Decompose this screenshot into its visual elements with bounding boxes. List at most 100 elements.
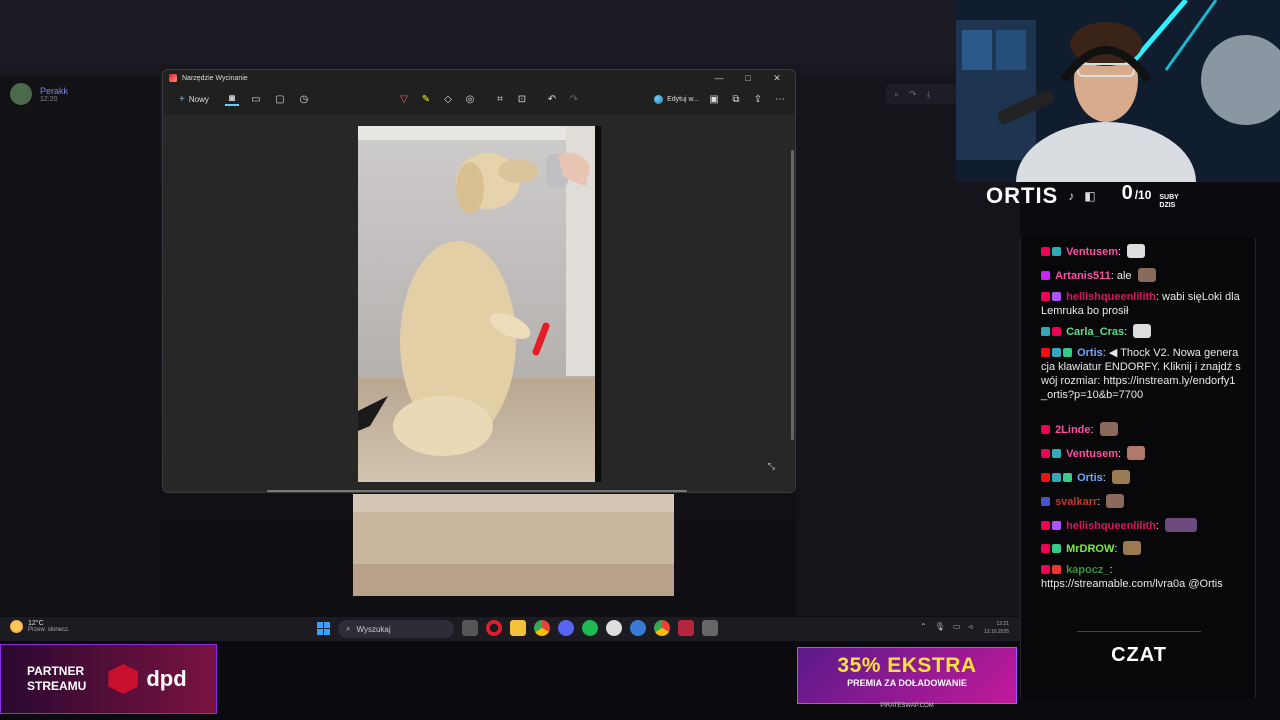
edit-in-paint-button[interactable]: Edytuj w... <box>654 94 699 104</box>
chat-message: 2Linde: <box>1041 422 1241 437</box>
chat-message: Ventusem: <box>1041 244 1241 259</box>
badge-icon <box>1041 247 1050 256</box>
new-snip-button[interactable]: + Nowy <box>173 91 215 108</box>
snip-toolbar: + Nowy ◙ ▭ ▢ ◷ ▽ ✎ ◇ ◎ ⌗ ⊡ ↶ ↷ Edytuj w.… <box>163 86 795 112</box>
heart-badge-icon <box>1052 565 1061 574</box>
save-icon[interactable]: ▣ <box>707 92 721 106</box>
avatar <box>10 83 32 105</box>
search-placeholder: Wyszukaj <box>356 624 391 634</box>
task-view-icon[interactable] <box>462 620 478 636</box>
weather-description: Przew. słonecz. <box>28 627 70 633</box>
chat-message: Ventusem: <box>1041 446 1241 461</box>
chat-message: MrDROW: <box>1041 541 1241 556</box>
chat-message: Artanis511: ale <box>1041 268 1241 283</box>
pinned-app-icon[interactable] <box>678 620 694 636</box>
partner-line-2: STREAMU <box>27 679 87 693</box>
promo-subline: PREMIA ZA DOŁADOWANIE <box>847 678 967 688</box>
text-actions-icon[interactable]: ⊡ <box>515 92 529 106</box>
crop-icon[interactable]: ⌗ <box>493 92 507 106</box>
badge-icon <box>1041 449 1050 458</box>
eraser-icon[interactable]: ◇ <box>441 92 455 106</box>
undo-icon[interactable]: ↶ <box>545 92 559 106</box>
app-icon[interactable] <box>606 620 622 636</box>
broadcaster-badge-icon <box>1041 348 1050 357</box>
badge-icon <box>1041 521 1050 530</box>
chat-message: hellishqueenlilith: wabi sięLoki dla Lem… <box>1041 291 1240 317</box>
close-icon[interactable]: ✕ <box>765 73 789 84</box>
badge-icon <box>1052 247 1061 256</box>
redo-icon[interactable]: ↷ <box>567 92 581 106</box>
chat-username[interactable]: 2Linde <box>1055 424 1090 436</box>
chat-username[interactable]: hellishqueenlilith <box>1066 520 1156 532</box>
zoom-icon: ⌕ <box>894 88 900 99</box>
chat-username[interactable]: Ventusem <box>1066 246 1118 258</box>
taskbar-search[interactable]: ⌕ Wyszukaj <box>338 620 454 638</box>
chrome-icon[interactable] <box>534 620 550 636</box>
horizontal-scrollbar[interactable] <box>267 490 687 492</box>
badge-icon <box>1052 348 1061 357</box>
chat-username[interactable]: Artanis511 <box>1055 270 1111 282</box>
copy-icon[interactable]: ⧉ <box>729 92 743 106</box>
file-explorer-icon[interactable] <box>510 620 526 636</box>
forward-icon: ↷ <box>909 88 917 99</box>
taskbar-apps <box>462 620 718 636</box>
snip-canvas: ⤡ <box>163 114 795 492</box>
vertical-scrollbar[interactable] <box>791 150 794 440</box>
chevron-up-icon[interactable]: ⌃ <box>920 622 927 631</box>
screenshot-icon[interactable]: ◙ <box>224 92 239 106</box>
badge-icon <box>1052 521 1061 530</box>
heart-badge-icon <box>1041 425 1050 434</box>
chat-username[interactable]: Ortis <box>1077 472 1103 484</box>
minimize-icon[interactable]: — <box>707 73 731 83</box>
pen-icon[interactable]: ▽ <box>397 92 411 106</box>
share-icon[interactable]: ⇪ <box>751 92 765 106</box>
dpd-logo: dpd <box>146 666 187 691</box>
snipping-tool-taskbar-icon[interactable] <box>702 620 718 636</box>
windows-start-icon[interactable] <box>317 622 330 635</box>
chat-message: svalkarr: <box>1041 494 1241 509</box>
chat-username[interactable]: Carla_Cras <box>1066 326 1124 338</box>
timer-icon[interactable]: ◷ <box>297 92 311 106</box>
subs-count: 0 <box>1121 182 1133 204</box>
opera-icon[interactable] <box>486 620 502 636</box>
discord-icon[interactable] <box>558 620 574 636</box>
chat-username[interactable]: kapocz_ <box>1066 564 1109 576</box>
refresh-app-icon[interactable] <box>630 620 646 636</box>
chat-username[interactable]: Ortis <box>1077 347 1103 359</box>
badge-icon <box>1041 292 1050 301</box>
chat-message: kapocz_: https://streamable.com/lvra0a @… <box>1041 564 1223 590</box>
chrome-2-icon[interactable] <box>654 620 670 636</box>
taskbar-clock[interactable]: 12:21 13.10.2025 <box>984 620 1009 636</box>
maximize-icon[interactable]: □ <box>736 73 760 83</box>
volume-icon[interactable]: ◃ <box>968 622 972 631</box>
badge-icon <box>1041 327 1050 336</box>
chat-username[interactable]: hellishqueenlilith <box>1066 291 1156 303</box>
stream-screen: Perakk 12:20 ⌕ ↷ ⤓ Narzędzie Wycinanie —… <box>0 0 1280 720</box>
badge-icon <box>1041 544 1050 553</box>
search-icon: ⌕ <box>346 624 351 633</box>
video-icon[interactable]: ▭ <box>249 92 263 106</box>
badge-icon <box>1063 473 1072 482</box>
shapes-icon[interactable]: ◎ <box>463 92 477 106</box>
badge-icon <box>1041 565 1050 574</box>
network-icon[interactable]: ▭ <box>953 622 961 631</box>
spotify-icon[interactable] <box>582 620 598 636</box>
promo-headline: 35% EKSTRA <box>837 654 977 677</box>
subs-goal: /10 <box>1134 188 1152 202</box>
tiktok-icon: ♪ <box>1068 189 1075 203</box>
chat-title: CZAT <box>1111 644 1167 666</box>
highlighter-icon[interactable]: ✎ <box>419 92 433 106</box>
emote-icon <box>1127 244 1146 258</box>
emote-icon <box>1099 422 1118 436</box>
rect-mode-icon[interactable]: ▢ <box>273 92 287 106</box>
chat-username[interactable]: Ventusem <box>1066 448 1118 460</box>
chat-username[interactable]: MrDROW <box>1066 543 1114 555</box>
chat-text: https://streamable.com/lvra0a @Ortis <box>1041 578 1223 590</box>
zoom-fit-icon[interactable]: ⤡ <box>768 461 775 472</box>
weather-widget[interactable]: 12°C Przew. słonecz. <box>10 620 70 633</box>
heart-badge-icon <box>1041 271 1050 280</box>
chat-username[interactable]: svalkarr <box>1055 496 1097 508</box>
more-icon[interactable]: ⋯ <box>773 92 787 106</box>
markup-tools: ▽ ✎ ◇ ◎ ⌗ ⊡ ↶ ↷ <box>397 92 581 106</box>
microphone-icon[interactable]: 🎙︎ <box>935 622 945 631</box>
